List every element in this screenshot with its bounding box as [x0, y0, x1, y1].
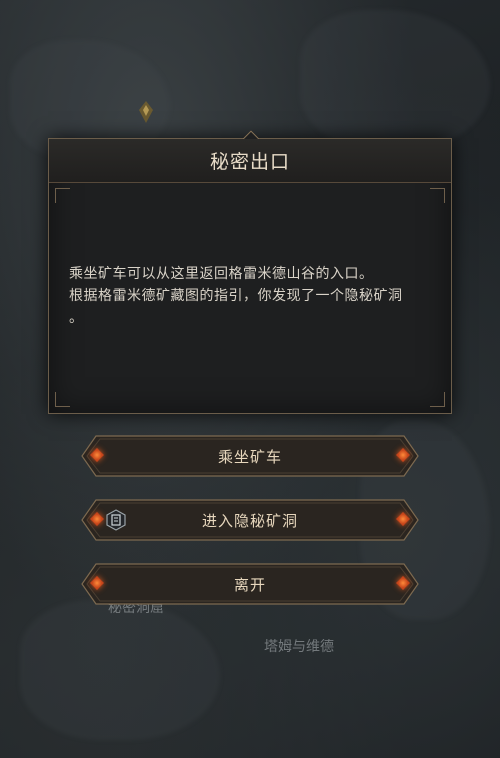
button-label: 离开 — [233, 575, 266, 594]
dialog-header: 秘密出口 — [49, 139, 451, 183]
corner-ornament — [55, 392, 70, 407]
dialog-panel: 秘密出口 乘坐矿车可以从这里返回格雷米德山谷的入口。 根据格雷米德矿藏图的指引，… — [48, 130, 452, 414]
dialog-body: 乘坐矿车可以从这里返回格雷米德山谷的入口。 根据格雷米德矿藏图的指引，你发现了一… — [69, 263, 439, 329]
corner-ornament — [430, 188, 445, 203]
npc-name-label: 塔姆与维德 — [264, 639, 334, 655]
corner-ornament — [430, 392, 445, 407]
dialog-line: 乘坐矿车可以从这里返回格雷米德山谷的入口。 — [69, 266, 374, 282]
map-marker-icon — [139, 101, 153, 123]
ride-minecart-button[interactable]: 乘坐矿车 — [80, 434, 420, 478]
button-label: 进入隐秘矿洞 — [201, 511, 298, 530]
button-label: 乘坐矿车 — [217, 447, 282, 466]
dialog-line: 。 — [69, 310, 84, 326]
rock-texture — [300, 10, 490, 150]
rock-texture — [20, 600, 220, 740]
dialog-title: 秘密出口 — [209, 151, 290, 173]
corner-ornament — [55, 188, 70, 203]
dialog-line: 根据格雷米德矿藏图的指引，你发现了一个隐秘矿洞 — [69, 288, 403, 304]
leave-button[interactable]: 离开 — [80, 562, 420, 606]
enter-hidden-mine-button[interactable]: 进入隐秘矿洞 — [80, 498, 420, 542]
